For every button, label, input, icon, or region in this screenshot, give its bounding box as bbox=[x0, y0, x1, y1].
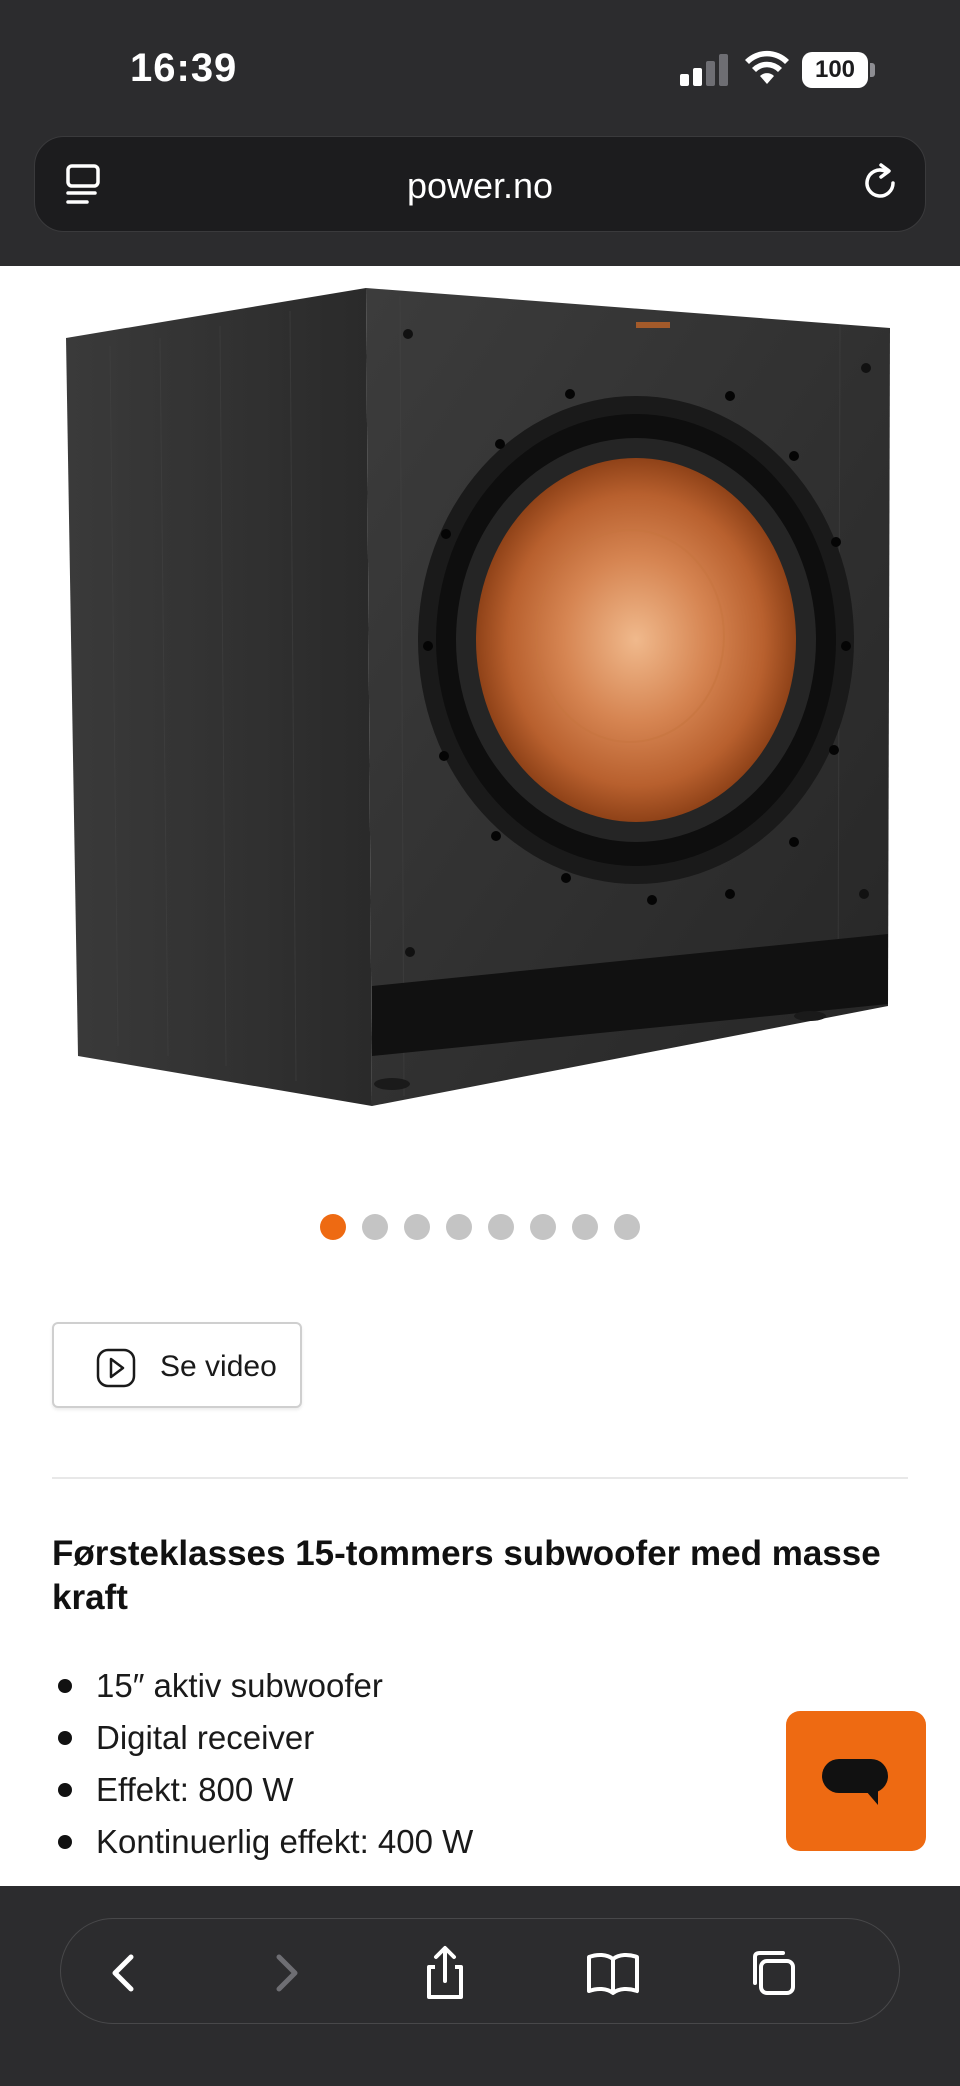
product-headline: Førsteklasses 15-tommers subwoofer med m… bbox=[52, 1534, 881, 1617]
address-bar[interactable]: power.no bbox=[34, 136, 926, 232]
feature-text: Kontinuerlig effekt: 400 W bbox=[96, 1823, 474, 1860]
url-text[interactable]: power.no bbox=[35, 165, 925, 207]
share-icon[interactable] bbox=[415, 1943, 475, 2003]
see-video-button[interactable]: Se video bbox=[52, 1322, 302, 1408]
battery-icon: 100 bbox=[802, 52, 875, 88]
status-time: 16:39 bbox=[130, 46, 238, 90]
status-bar: 16:39 100 bbox=[0, 0, 960, 130]
carousel-dot-6[interactable] bbox=[530, 1214, 556, 1240]
play-icon bbox=[96, 1348, 136, 1393]
divider bbox=[52, 1477, 908, 1479]
tabs-icon[interactable] bbox=[743, 1943, 803, 2003]
wifi-icon bbox=[744, 50, 790, 91]
feature-text: 15″ aktiv subwoofer bbox=[96, 1667, 383, 1704]
chat-button[interactable] bbox=[786, 1711, 926, 1851]
bookmarks-icon[interactable] bbox=[583, 1943, 643, 2003]
feature-item: Digital receiver bbox=[52, 1712, 752, 1764]
carousel-dot-3[interactable] bbox=[404, 1214, 430, 1240]
carousel-dot-8[interactable] bbox=[614, 1214, 640, 1240]
carousel-dot-5[interactable] bbox=[488, 1214, 514, 1240]
feature-text: Effekt: 800 W bbox=[96, 1771, 294, 1808]
carousel-dot-7[interactable] bbox=[572, 1214, 598, 1240]
feature-item: Kontinuerlig effekt: 400 W bbox=[52, 1816, 752, 1868]
forward-icon[interactable] bbox=[255, 1943, 315, 2003]
feature-item: 15″ aktiv subwoofer bbox=[52, 1660, 752, 1712]
product-image[interactable] bbox=[0, 266, 960, 1126]
carousel-dot-1[interactable] bbox=[320, 1214, 346, 1240]
feature-list: 15″ aktiv subwoofer Digital receiver Eff… bbox=[52, 1660, 752, 1868]
see-video-label: Se video bbox=[160, 1350, 277, 1383]
toolbar-pill bbox=[60, 1918, 900, 2024]
carousel-dot-4[interactable] bbox=[446, 1214, 472, 1240]
carousel-dot-2[interactable] bbox=[362, 1214, 388, 1240]
image-carousel-dots bbox=[0, 1214, 960, 1244]
chat-icon bbox=[822, 1759, 888, 1805]
reload-icon[interactable] bbox=[859, 161, 903, 210]
browser-chrome: power.no bbox=[0, 130, 960, 266]
signal-icon bbox=[680, 54, 730, 86]
feature-text: Digital receiver bbox=[96, 1719, 315, 1756]
browser-toolbar bbox=[0, 1886, 960, 2086]
battery-level: 100 bbox=[802, 52, 868, 88]
feature-item: Effekt: 800 W bbox=[52, 1764, 752, 1816]
back-icon[interactable] bbox=[95, 1943, 155, 2003]
